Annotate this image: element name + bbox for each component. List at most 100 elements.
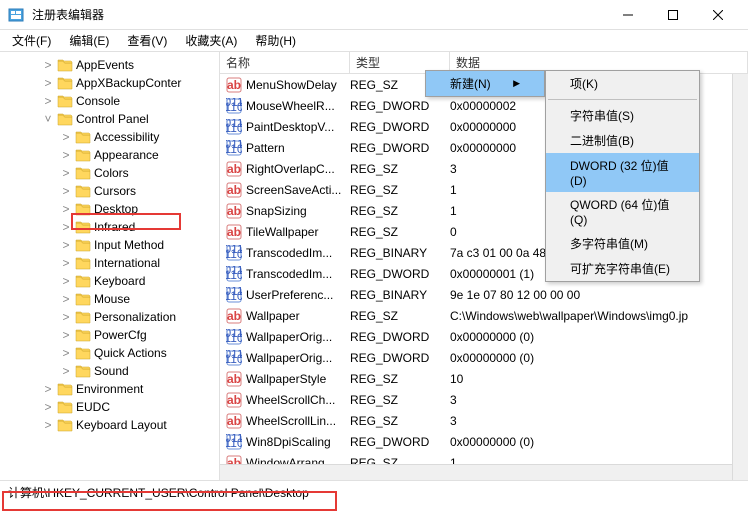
expand-icon[interactable]: > bbox=[60, 166, 72, 180]
expand-icon[interactable]: > bbox=[60, 310, 72, 324]
expand-icon[interactable]: > bbox=[42, 400, 54, 414]
tree-node-appxbackupconter[interactable]: >AppXBackupConter bbox=[0, 74, 219, 92]
tree-node-international[interactable]: >International bbox=[0, 254, 219, 272]
folder-icon bbox=[75, 346, 91, 360]
expand-icon[interactable]: > bbox=[60, 220, 72, 234]
expand-icon[interactable]: > bbox=[60, 328, 72, 342]
expand-icon[interactable]: > bbox=[42, 76, 54, 90]
menu-item-dword[interactable]: DWORD (32 位)值(D) bbox=[546, 153, 699, 192]
menu-查看(V)[interactable]: 查看(V) bbox=[119, 30, 175, 51]
tree-label: PowerCfg bbox=[94, 328, 147, 342]
expand-icon[interactable]: > bbox=[60, 184, 72, 198]
svg-text:110: 110 bbox=[226, 268, 242, 282]
tree-node-appevents[interactable]: > AppEvents bbox=[0, 56, 219, 74]
menu-item-key[interactable]: 项(K) bbox=[546, 71, 699, 96]
menu-item-new[interactable]: 新建(N) ▶ bbox=[426, 71, 544, 96]
tree-label: Keyboard bbox=[94, 274, 145, 288]
menu-item-qword[interactable]: QWORD (64 位)值(Q) bbox=[546, 192, 699, 231]
tree-node-eudc[interactable]: > EUDC bbox=[0, 398, 219, 416]
tree-node-appearance[interactable]: >Appearance bbox=[0, 146, 219, 164]
menu-帮助(H)[interactable]: 帮助(H) bbox=[247, 30, 304, 51]
value-type: REG_DWORD bbox=[350, 330, 450, 344]
value-type: REG_DWORD bbox=[350, 120, 450, 134]
menu-item-multistring[interactable]: 多字符串值(M) bbox=[546, 231, 699, 256]
collapse-icon[interactable]: ˅ bbox=[42, 112, 54, 126]
tree-node-accessibility[interactable]: > Accessibility bbox=[0, 128, 219, 146]
tree-node-keyboard[interactable]: > Keyboard bbox=[0, 272, 219, 290]
expand-icon[interactable]: > bbox=[42, 94, 54, 108]
menu-item-string[interactable]: 字符串值(S) bbox=[546, 103, 699, 128]
expand-icon[interactable]: > bbox=[42, 58, 54, 72]
menu-编辑(E)[interactable]: 编辑(E) bbox=[61, 30, 117, 51]
horizontal-scrollbar[interactable] bbox=[220, 464, 732, 480]
expand-icon[interactable]: > bbox=[42, 418, 54, 432]
tree-panel[interactable]: > AppEvents >AppXBackupConter>Console ˅ Cont… bbox=[0, 52, 220, 480]
value-row[interactable]: abWheelScrollCh...REG_SZ3 bbox=[220, 389, 748, 410]
svg-text:110: 110 bbox=[226, 247, 242, 261]
column-header-name[interactable]: 名称 bbox=[220, 52, 350, 73]
value-name: ScreenSaveActi... bbox=[246, 183, 350, 197]
menu-item-expandstring[interactable]: 可扩充字符串值(E) bbox=[546, 256, 699, 281]
expand-icon[interactable]: > bbox=[60, 346, 72, 360]
svg-text:110: 110 bbox=[226, 352, 242, 366]
value-name: WallpaperOrig... bbox=[246, 330, 350, 344]
maximize-button[interactable] bbox=[650, 1, 695, 29]
tree-node-colors[interactable]: >Colors bbox=[0, 164, 219, 182]
expand-icon[interactable]: > bbox=[60, 292, 72, 306]
value-row[interactable]: 011110WallpaperOrig...REG_DWORD0x0000000… bbox=[220, 347, 748, 368]
tree-node-console[interactable]: >Console bbox=[0, 92, 219, 110]
value-row[interactable]: abWheelScrollLin...REG_SZ3 bbox=[220, 410, 748, 431]
string-value-icon: ab bbox=[226, 308, 242, 324]
tree-node-sound[interactable]: >Sound bbox=[0, 362, 219, 380]
tree-node-input-method[interactable]: > Input Method bbox=[0, 236, 219, 254]
expand-icon[interactable]: > bbox=[60, 130, 72, 144]
tree-label: Accessibility bbox=[94, 130, 159, 144]
string-value-icon: ab bbox=[226, 224, 242, 240]
value-type: REG_SZ bbox=[350, 414, 450, 428]
minimize-button[interactable] bbox=[605, 1, 650, 29]
folder-icon bbox=[75, 364, 91, 378]
value-data: 3 bbox=[450, 393, 748, 407]
tree-label: AppEvents bbox=[76, 58, 134, 72]
tree-label: Input Method bbox=[94, 238, 164, 252]
tree-node-powercfg[interactable]: > PowerCfg bbox=[0, 326, 219, 344]
tree-label: Quick Actions bbox=[94, 346, 167, 360]
svg-text:110: 110 bbox=[226, 100, 242, 114]
vertical-scrollbar[interactable] bbox=[732, 74, 748, 480]
expand-icon[interactable]: > bbox=[60, 256, 72, 270]
expand-icon[interactable]: > bbox=[60, 364, 72, 378]
tree-node-mouse[interactable]: >Mouse bbox=[0, 290, 219, 308]
expand-icon[interactable]: > bbox=[60, 148, 72, 162]
value-row[interactable]: abWallpaperREG_SZC:\Windows\web\wallpape… bbox=[220, 305, 748, 326]
tree-label: Control Panel bbox=[76, 112, 149, 126]
tree-node-cursors[interactable]: > Cursors bbox=[0, 182, 219, 200]
menu-文件(F)[interactable]: 文件(F) bbox=[4, 30, 59, 51]
tree-label: Cursors bbox=[94, 184, 136, 198]
expand-icon[interactable]: > bbox=[60, 274, 72, 288]
value-data: 0x00000000 (0) bbox=[450, 435, 748, 449]
close-button[interactable] bbox=[695, 1, 740, 29]
value-name: Win8DpiScaling bbox=[246, 435, 350, 449]
app-icon bbox=[8, 7, 24, 23]
menubar: 文件(F)编辑(E)查看(V)收藏夹(A)帮助(H) bbox=[0, 30, 748, 52]
value-row[interactable]: 011110WallpaperOrig...REG_DWORD0x0000000… bbox=[220, 326, 748, 347]
tree-node-quick-actions[interactable]: > Quick Actions bbox=[0, 344, 219, 362]
menu-item-label: QWORD (64 位)值(Q) bbox=[570, 196, 675, 227]
expand-icon[interactable]: > bbox=[60, 238, 72, 252]
value-name: RightOverlapC... bbox=[246, 162, 350, 176]
expand-icon[interactable]: > bbox=[42, 382, 54, 396]
tree-node-desktop[interactable]: >Desktop bbox=[0, 200, 219, 218]
tree-label: EUDC bbox=[76, 400, 110, 414]
tree-node-control-panel[interactable]: ˅ Control Panel bbox=[0, 110, 219, 128]
value-row[interactable]: 011110Win8DpiScalingREG_DWORD0x00000000 … bbox=[220, 431, 748, 452]
svg-text:110: 110 bbox=[226, 331, 242, 345]
menu-收藏夹(A)[interactable]: 收藏夹(A) bbox=[177, 30, 245, 51]
tree-node-keyboard-layout[interactable]: >Keyboard Layout bbox=[0, 416, 219, 434]
expand-icon[interactable]: > bbox=[60, 202, 72, 216]
value-row[interactable]: 011110UserPreferenc...REG_BINARY9e 1e 07… bbox=[220, 284, 748, 305]
menu-item-binary[interactable]: 二进制值(B) bbox=[546, 128, 699, 153]
tree-node-infrared[interactable]: >Infrared bbox=[0, 218, 219, 236]
tree-node-personalization[interactable]: >Personalization bbox=[0, 308, 219, 326]
tree-node-environment[interactable]: >Environment bbox=[0, 380, 219, 398]
value-row[interactable]: abWallpaperStyleREG_SZ10 bbox=[220, 368, 748, 389]
